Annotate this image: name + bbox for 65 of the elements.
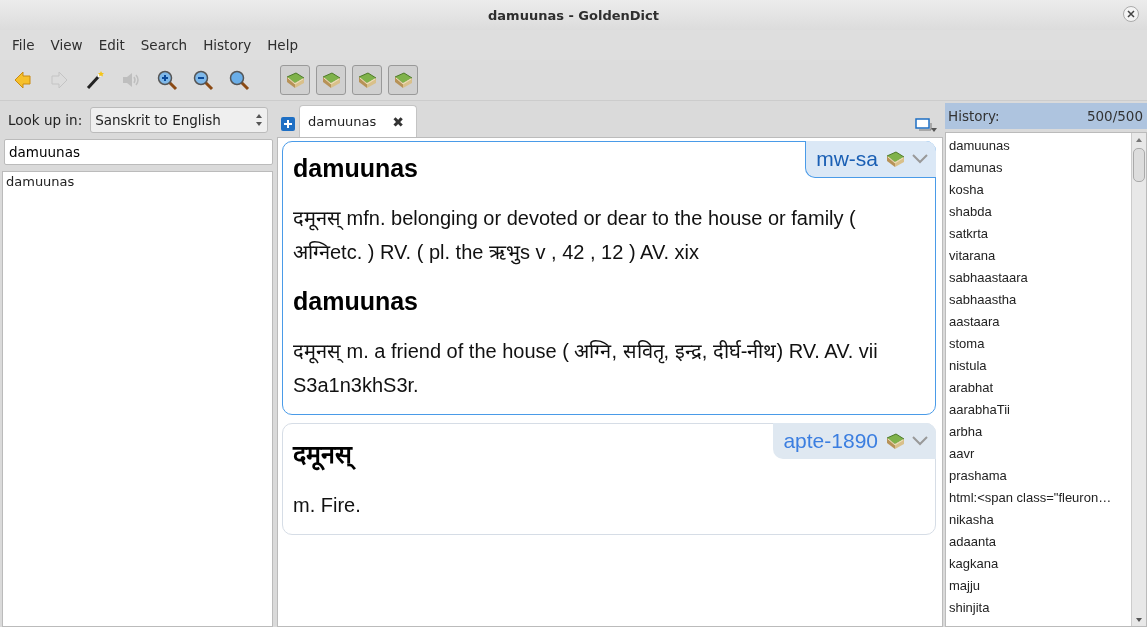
entry-heading: damuunas <box>292 154 420 183</box>
word-entry[interactable]: aastaara <box>946 311 1000 333</box>
close-button[interactable] <box>1123 6 1139 22</box>
lookup-label: Look up in: <box>8 112 83 128</box>
definition-text: दमूनस् mfn. belonging or devoted or dear to the house or family ( अग्निetc. ) RV. ( pl. the ऋभुs v , 42 , 12 ) AV. xix <box>292 206 857 267</box>
tab[interactable]: damuunas ✖ <box>299 105 418 137</box>
history-count: 500/500 <box>1086 108 1143 124</box>
back-arrow-icon <box>12 69 34 91</box>
scroll-thumb[interactable] <box>1133 148 1145 182</box>
dictionary-toggle-button[interactable] <box>388 65 418 95</box>
magic-wand-icon <box>84 69 106 91</box>
search-field[interactable]: damuunas <box>4 139 273 165</box>
dictionary-toggle-button[interactable] <box>352 65 382 95</box>
dictionary-toggle-button[interactable] <box>280 65 310 95</box>
scrollbar[interactable] <box>1131 133 1146 626</box>
menu-item[interactable]: Help <box>259 33 306 57</box>
forward-arrow-icon <box>48 69 70 91</box>
zoom-in-icon <box>156 69 178 91</box>
word-entry[interactable]: kagkana <box>946 553 999 575</box>
menu-item[interactable]: Edit <box>90 33 133 57</box>
word-entry[interactable]: sabhaastaara <box>946 267 1028 289</box>
word-entry[interactable]: majju <box>946 575 981 597</box>
word-entry[interactable]: damuunas <box>946 135 1010 157</box>
entry-heading: damuunas <box>292 287 420 316</box>
menu-item[interactable]: History <box>195 33 260 57</box>
dictionary-header[interactable]: mw-sa <box>805 141 936 178</box>
dictionary-name: mw-sa <box>816 147 878 171</box>
word-entry[interactable]: stoma <box>946 333 985 355</box>
word-entry[interactable]: nikasha <box>946 509 994 531</box>
word-entry[interactable]: nistula <box>946 355 987 377</box>
menu-item[interactable]: File <box>4 33 43 57</box>
entry-heading: दमूनस् <box>283 436 362 470</box>
definition-text: m. Fire. <box>292 493 362 518</box>
word-entry[interactable]: sabhaastha <box>946 289 1017 311</box>
word-entry[interactable]: aarabhaTii <box>946 399 1010 421</box>
word-entry[interactable]: arabhat <box>946 377 994 399</box>
chevron-icon[interactable] <box>912 154 928 164</box>
dictionary-toggle-button[interactable] <box>316 65 346 95</box>
word-entry[interactable]: prashama <box>946 465 1007 487</box>
word-entry[interactable]: damunas <box>946 157 1003 179</box>
word-entry[interactable]: vitarana <box>946 245 996 267</box>
zoom-out-icon <box>192 69 214 91</box>
word-entry[interactable]: shabda <box>946 201 992 223</box>
word-entry[interactable]: kosha <box>946 179 984 201</box>
close-tab-icon[interactable]: ✖ <box>392 113 405 130</box>
dictionary-group-dropdown[interactable]: Sanskrit to English <box>90 107 269 133</box>
new-tab-button[interactable] <box>281 117 295 131</box>
tab-list-icon[interactable] <box>915 117 937 133</box>
word-entry[interactable]: html:<span class="fleuron… <box>946 487 1112 509</box>
word-entry[interactable]: arbha <box>946 421 983 443</box>
magnifier-icon <box>228 69 250 91</box>
menu-item[interactable]: Search <box>132 33 196 57</box>
chevron-icon[interactable] <box>912 436 928 446</box>
window-title: damuunas - GoldenDict <box>488 7 659 23</box>
history-label: History: <box>948 108 1000 124</box>
word-entry[interactable]: satkrta <box>946 223 988 245</box>
word-entry[interactable]: shinjita <box>946 597 990 619</box>
definition-text: दमूनस् m. a friend of the house ( अग्नि, सवितृ, इन्द्र, दीर्घ-नीथ) RV. AV. vii S3a1n3khS3r. <box>292 339 879 398</box>
match-item[interactable]: damuunas <box>3 172 272 191</box>
word-entry[interactable]: aavr <box>946 443 975 465</box>
close-icon <box>1127 10 1135 18</box>
word-entry[interactable]: adaanta <box>946 531 996 553</box>
menu-item[interactable]: View <box>42 33 91 57</box>
spin-arrows-icon <box>255 113 264 127</box>
dictionary-name: apte-1890 <box>783 429 878 453</box>
